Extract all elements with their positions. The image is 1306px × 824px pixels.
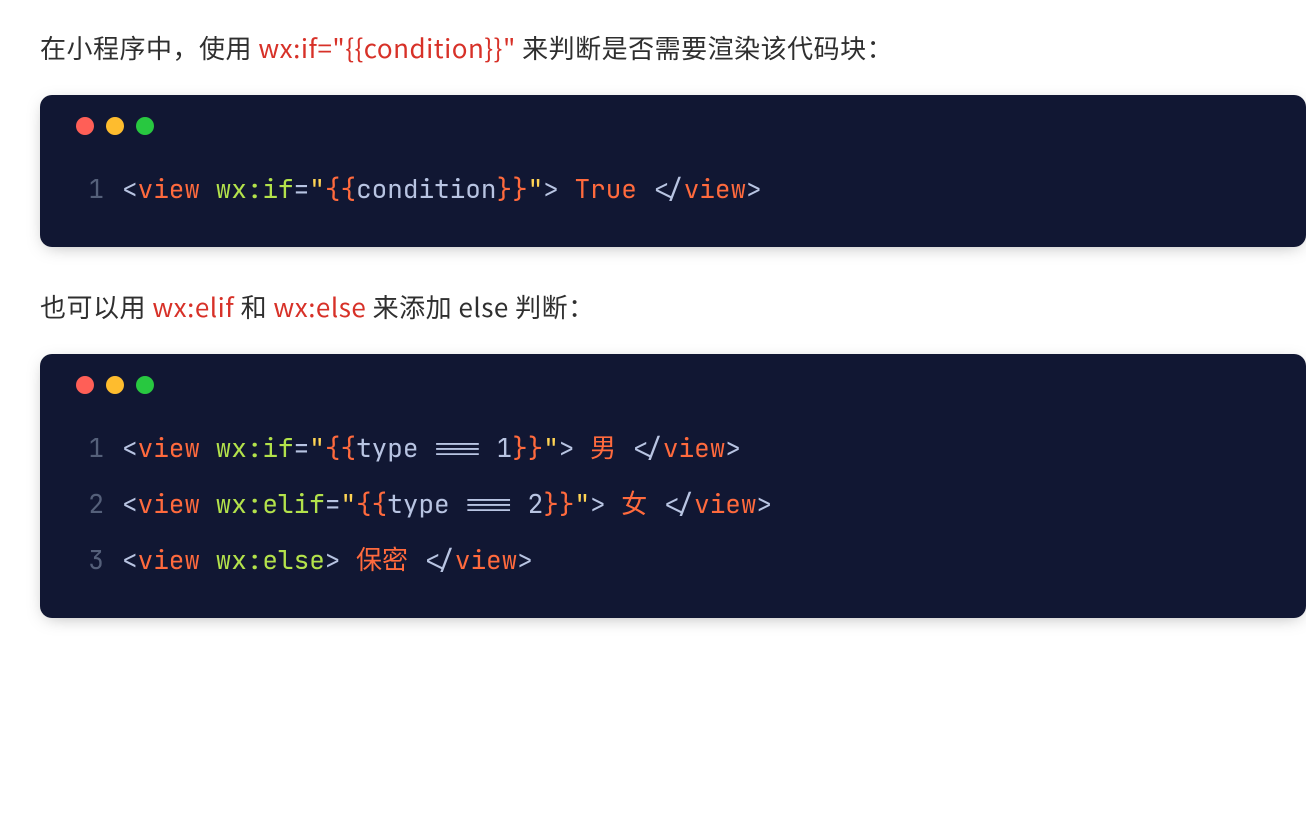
token-op: = (294, 171, 310, 206)
token-attr: wx:if (216, 171, 294, 206)
close-icon (76, 117, 94, 135)
token-punct: > (543, 171, 559, 206)
token-close: view (684, 171, 746, 206)
token-str: " (309, 430, 325, 465)
token-expr: type === 2 (387, 486, 543, 521)
window-controls (40, 95, 1306, 153)
minimize-icon (106, 117, 124, 135)
token-expr: condition (356, 171, 496, 206)
token-punct: < (122, 430, 138, 465)
code-body: 1<view wx:if="{{condition}}"> True </vie… (40, 153, 1306, 247)
inline-code-wx-if: wx:if="{{condition}}" (258, 29, 515, 66)
token-punct (200, 171, 216, 206)
zoom-icon (136, 117, 154, 135)
text: 也可以用 (40, 288, 152, 325)
code-line: 1<view wx:if="{{type === 1}}"> 男 </view> (40, 420, 1306, 476)
token-close: view (694, 486, 756, 521)
token-punct: </ (424, 542, 455, 577)
token-close: view (663, 430, 725, 465)
token-txt: 男 (575, 430, 632, 465)
text: 来添加 else 判断： (366, 288, 594, 325)
token-punct: < (122, 542, 138, 577)
token-punct: > (725, 430, 741, 465)
token-punct (200, 542, 216, 577)
intro-paragraph-2: 也可以用 wx:elif 和 wx:else 来添加 else 判断： (0, 287, 1306, 326)
token-tag: view (138, 171, 200, 206)
text: 和 (234, 288, 273, 325)
code-content: <view wx:if="{{type === 1}}"> 男 </view> (122, 420, 741, 476)
token-str: " (528, 171, 544, 206)
token-brace: }} (512, 430, 543, 465)
inline-code-wx-else: wx:else (273, 288, 366, 325)
token-str: " (543, 430, 559, 465)
code-line: 1<view wx:if="{{condition}}"> True </vie… (40, 161, 1306, 217)
token-expr: type === 1 (356, 430, 512, 465)
inline-code-wx-elif: wx:elif (152, 288, 234, 325)
token-str: " (574, 486, 590, 521)
token-brace: }} (543, 486, 574, 521)
token-punct (200, 430, 216, 465)
token-attr: wx:if (216, 430, 294, 465)
token-punct: </ (632, 430, 663, 465)
line-number: 1 (40, 161, 122, 217)
token-attr: wx:else (216, 542, 325, 577)
code-content: <view wx:if="{{condition}}"> True </view… (122, 161, 762, 217)
token-brace: }} (496, 171, 527, 206)
token-punct: > (559, 430, 575, 465)
token-punct: < (122, 171, 138, 206)
text: 在小程序中，使用 (40, 29, 258, 66)
token-attr: wx:elif (216, 486, 325, 521)
token-op: = (325, 486, 341, 521)
token-punct: < (122, 486, 138, 521)
token-op: = (294, 430, 310, 465)
token-tag: view (138, 430, 200, 465)
token-punct: > (757, 486, 773, 521)
token-brace: {{ (356, 486, 387, 521)
intro-paragraph-1: 在小程序中，使用 wx:if="{{condition}}" 来判断是否需要渲染… (0, 28, 1306, 67)
token-str: " (309, 171, 325, 206)
token-punct: > (517, 542, 533, 577)
code-line: 2<view wx:elif="{{type === 2}}"> 女 </vie… (40, 476, 1306, 532)
token-txt: 保密 (340, 542, 423, 577)
code-block-2: 1<view wx:if="{{type === 1}}"> 男 </view>… (40, 354, 1306, 618)
token-txt: True (559, 171, 653, 206)
token-tag: view (138, 486, 200, 521)
line-number: 2 (40, 476, 122, 532)
code-line: 3<view wx:else> 保密 </view> (40, 532, 1306, 588)
close-icon (76, 376, 94, 394)
token-punct: > (325, 542, 341, 577)
code-content: <view wx:else> 保密 </view> (122, 532, 533, 588)
window-controls (40, 354, 1306, 412)
token-punct: </ (653, 171, 684, 206)
minimize-icon (106, 376, 124, 394)
line-number: 1 (40, 420, 122, 476)
token-punct: </ (663, 486, 694, 521)
token-tag: view (138, 542, 200, 577)
zoom-icon (136, 376, 154, 394)
line-number: 3 (40, 532, 122, 588)
token-str: " (340, 486, 356, 521)
text: 来判断是否需要渲染该代码块： (516, 29, 893, 66)
code-block-1: 1<view wx:if="{{condition}}"> True </vie… (40, 95, 1306, 247)
token-txt: 女 (606, 486, 663, 521)
token-brace: {{ (325, 430, 356, 465)
token-punct: > (590, 486, 606, 521)
token-close: view (455, 542, 517, 577)
token-punct: > (746, 171, 762, 206)
code-content: <view wx:elif="{{type === 2}}"> 女 </view… (122, 476, 772, 532)
token-punct (200, 486, 216, 521)
code-body: 1<view wx:if="{{type === 1}}"> 男 </view>… (40, 412, 1306, 618)
token-brace: {{ (325, 171, 356, 206)
